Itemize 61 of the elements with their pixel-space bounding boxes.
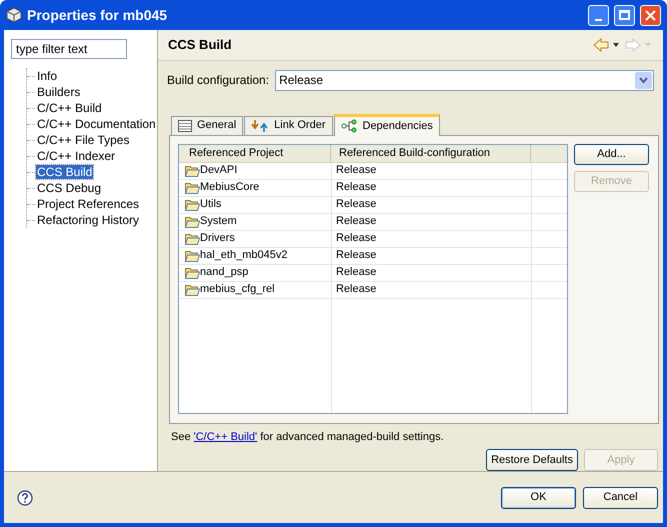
help-note: See 'C/C++ Build' for advanced managed-build settings. xyxy=(171,430,445,444)
tree-item[interactable]: Project References xyxy=(36,197,140,211)
back-arrow-icon[interactable] xyxy=(593,38,621,52)
tab[interactable]: Link Order xyxy=(244,116,332,135)
field-label: Build configuration: xyxy=(167,72,270,90)
maximize-button[interactable] xyxy=(614,4,635,26)
table-cell-text: Release xyxy=(336,231,376,246)
button[interactable]: OK xyxy=(501,486,576,508)
table-cell-text: mebius_cfg_rel xyxy=(200,282,275,298)
column-header[interactable]: Referenced Build-configuration xyxy=(331,144,531,162)
table-cell-text: Release xyxy=(336,265,376,280)
tab[interactable]: General xyxy=(171,116,244,135)
tree-item[interactable]: CCS Debug xyxy=(36,181,102,195)
build-configuration-dropdown[interactable]: Release xyxy=(275,70,654,91)
link[interactable]: 'C/C++ Build' xyxy=(194,430,258,442)
tab[interactable]: Dependencies xyxy=(334,114,440,136)
tree-item[interactable]: C/C++ Indexer xyxy=(36,149,116,163)
window-title: Properties for mb045 xyxy=(27,6,168,25)
table-cell-text: Release xyxy=(336,248,376,264)
table-cell-text: System xyxy=(200,214,237,230)
close-icon xyxy=(645,10,656,20)
table-cell-text: MebiusCore xyxy=(200,180,260,196)
tree-item[interactable]: Refactoring History xyxy=(36,213,140,227)
tree-item[interactable]: C/C++ Build xyxy=(36,101,103,115)
tree-item[interactable]: C/C++ File Types xyxy=(36,133,130,147)
tree-item[interactable]: Builders xyxy=(36,85,82,99)
folder-icon xyxy=(185,266,200,279)
table-cell-text: Drivers xyxy=(200,231,235,246)
close-button[interactable] xyxy=(640,4,661,26)
button[interactable]: Cancel xyxy=(583,486,658,508)
tree-item[interactable]: Info xyxy=(36,69,58,83)
arrows-icon xyxy=(251,118,270,133)
folder-icon xyxy=(185,182,200,194)
app-icon xyxy=(6,7,22,23)
tree-item[interactable]: C/C++ Documentation xyxy=(36,117,157,131)
tree-item[interactable]: CCS Build xyxy=(36,165,94,179)
table-cell-text: Release xyxy=(336,180,376,196)
table-cell-text: Release xyxy=(336,163,376,178)
table-cell-text: Release xyxy=(336,197,376,212)
table-cell-text: Release xyxy=(336,282,376,298)
folder-icon xyxy=(185,164,200,177)
dependency-icon xyxy=(340,119,358,134)
help-icon[interactable] xyxy=(17,490,33,506)
column-header[interactable]: Referenced Project xyxy=(179,144,331,162)
filter-field[interactable]: type filter text xyxy=(11,39,127,59)
folder-icon xyxy=(185,232,200,245)
table-icon xyxy=(178,120,192,132)
folder-icon xyxy=(185,216,200,228)
table-cell-text: Release xyxy=(336,214,376,230)
chevron-down-icon xyxy=(639,76,648,84)
folder-icon xyxy=(185,198,200,211)
table-cell-text: nand_psp xyxy=(200,265,248,280)
button[interactable]: Restore Defaults xyxy=(486,449,578,471)
minimize-button[interactable] xyxy=(588,4,609,26)
page-title: CCS Build xyxy=(168,36,233,54)
table-cell-text: DevAPI xyxy=(200,163,238,178)
table-cell-text: hal_eth_mb045v2 xyxy=(200,248,288,264)
folder-icon xyxy=(185,250,200,262)
table-cell-text: Utils xyxy=(200,197,222,212)
folder-icon xyxy=(185,284,200,296)
button[interactable]: Add... xyxy=(574,144,649,165)
